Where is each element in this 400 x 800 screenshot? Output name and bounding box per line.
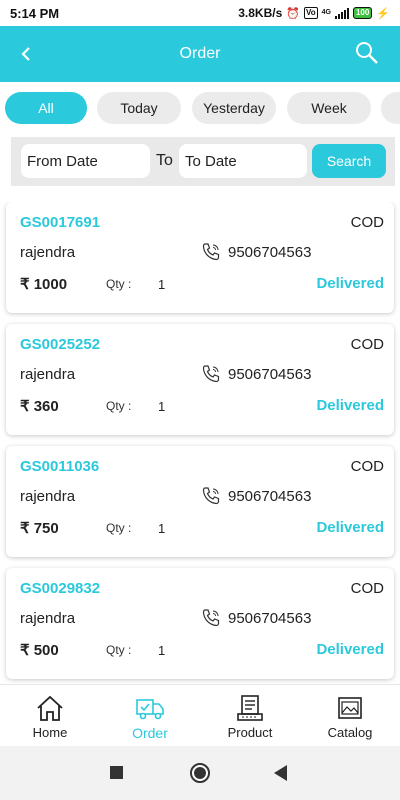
phone-icon bbox=[202, 609, 220, 627]
signal-icon bbox=[334, 7, 349, 19]
catalog-image-icon bbox=[338, 697, 362, 719]
order-id: GS0011036 bbox=[20, 458, 100, 475]
nav-label-product: Product bbox=[227, 725, 273, 740]
page-title: Order bbox=[179, 45, 221, 62]
order-amount: ₹ 1000 bbox=[20, 276, 68, 293]
filter-tabs: All Today Yesterday Week bbox=[0, 92, 400, 126]
home-icon bbox=[37, 695, 63, 721]
network-speed: 3.8KB/s bbox=[238, 6, 283, 20]
status-icons: 3.8KB/s ⏰ Vo 4G 100 ⚡ bbox=[238, 6, 390, 20]
customer-name: rajendra bbox=[20, 610, 76, 627]
order-amount: ₹ 500 bbox=[20, 642, 59, 659]
charging-icon: ⚡ bbox=[376, 7, 390, 20]
order-id: GS0029832 bbox=[20, 580, 101, 597]
order-status: Delivered bbox=[316, 397, 384, 414]
order-id: GS0025252 bbox=[20, 336, 101, 353]
customer-name: rajendra bbox=[20, 244, 76, 261]
qty-value: 1 bbox=[158, 521, 166, 536]
qty-value: 1 bbox=[158, 643, 166, 658]
qty-value: 1 bbox=[158, 399, 166, 414]
search-icon[interactable] bbox=[354, 40, 380, 66]
alarm-icon: ⏰ bbox=[286, 7, 300, 20]
date-range-bar: From Date To To Date Search bbox=[11, 137, 395, 186]
order-status: Delivered bbox=[316, 519, 384, 536]
back-button-icon[interactable] bbox=[274, 765, 288, 781]
qty-value: 1 bbox=[158, 277, 166, 292]
filter-tab-yesterday[interactable]: Yesterday bbox=[192, 92, 276, 124]
order-amount: ₹ 750 bbox=[20, 520, 59, 537]
nav-item-home[interactable]: Home bbox=[0, 685, 100, 746]
to-label: To bbox=[156, 152, 173, 169]
order-card[interactable]: GS0017691 COD rajendra 9506704563 ₹ 1000… bbox=[6, 202, 394, 313]
qty-label: Qty : bbox=[106, 521, 132, 535]
order-card[interactable]: GS0011036 COD rajendra 9506704563 ₹ 750 … bbox=[6, 446, 394, 557]
volte-badge: Vo bbox=[303, 7, 318, 19]
customer-phone: 9506704563 bbox=[228, 244, 312, 261]
customer-phone: 9506704563 bbox=[228, 610, 312, 627]
nav-label-catalog: Catalog bbox=[327, 725, 373, 740]
customer-name: rajendra bbox=[20, 366, 76, 383]
arrow-left-icon[interactable] bbox=[18, 42, 40, 66]
nav-item-product[interactable]: Product bbox=[200, 685, 300, 746]
filter-tab-week[interactable]: Week bbox=[287, 92, 371, 124]
phone-icon bbox=[202, 365, 220, 383]
order-card[interactable]: GS0025252 COD rajendra 9506704563 ₹ 360 … bbox=[6, 324, 394, 435]
order-status: Delivered bbox=[316, 275, 384, 292]
phone-icon bbox=[202, 243, 220, 261]
nav-item-order[interactable]: Order bbox=[100, 685, 200, 746]
qty-label: Qty : bbox=[106, 277, 132, 291]
delivery-truck-icon bbox=[136, 699, 164, 720]
network-type: 4G bbox=[321, 9, 331, 16]
customer-name: rajendra bbox=[20, 488, 76, 505]
payment-method: COD bbox=[350, 336, 384, 353]
filter-tab-all[interactable]: All bbox=[5, 92, 87, 124]
payment-method: COD bbox=[350, 580, 384, 597]
product-box-icon bbox=[237, 695, 263, 721]
payment-method: COD bbox=[350, 458, 384, 475]
home-button-icon[interactable] bbox=[190, 763, 210, 783]
qty-label: Qty : bbox=[106, 643, 132, 657]
from-date-field[interactable]: From Date bbox=[21, 144, 150, 178]
system-nav-bar bbox=[0, 746, 400, 800]
payment-method: COD bbox=[350, 214, 384, 231]
status-time: 5:14 PM bbox=[10, 5, 60, 21]
status-bar: 5:14 PM 3.8KB/s ⏰ Vo 4G 100 ⚡ bbox=[0, 0, 400, 26]
filter-tab-more[interactable] bbox=[381, 92, 400, 124]
battery-icon: 100 bbox=[352, 7, 373, 19]
search-button[interactable]: Search bbox=[312, 144, 386, 178]
phone-icon bbox=[202, 487, 220, 505]
nav-label-order: Order bbox=[132, 725, 168, 741]
filter-tab-today[interactable]: Today bbox=[97, 92, 181, 124]
customer-phone: 9506704563 bbox=[228, 488, 312, 505]
app-bar: Order bbox=[0, 26, 400, 82]
order-card[interactable]: GS0029832 COD rajendra 9506704563 ₹ 500 … bbox=[6, 568, 394, 679]
qty-label: Qty : bbox=[106, 399, 132, 413]
customer-phone: 9506704563 bbox=[228, 366, 312, 383]
bottom-nav: Home Order Product Catalog bbox=[0, 684, 400, 746]
recent-apps-icon[interactable] bbox=[110, 766, 123, 779]
nav-label-home: Home bbox=[32, 725, 68, 740]
order-list: GS0017691 COD rajendra 9506704563 ₹ 1000… bbox=[0, 202, 400, 684]
order-amount: ₹ 360 bbox=[20, 398, 59, 415]
order-id: GS0017691 bbox=[20, 214, 101, 231]
order-status: Delivered bbox=[316, 641, 384, 658]
nav-item-catalog[interactable]: Catalog bbox=[300, 685, 400, 746]
to-date-field[interactable]: To Date bbox=[179, 144, 307, 178]
